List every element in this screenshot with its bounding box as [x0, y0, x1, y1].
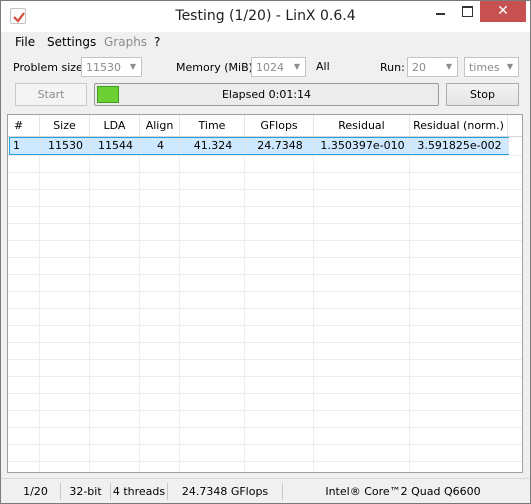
column-header[interactable]: GFlops [245, 115, 314, 136]
grid-column-line [313, 137, 314, 472]
grid-line [8, 274, 522, 275]
problem-size-value: 11530 [86, 61, 121, 74]
chevron-down-icon: ▼ [293, 62, 301, 71]
elapsed-time: Elapsed 0:01:14 [221, 88, 312, 101]
column-header[interactable]: # [8, 115, 40, 136]
column-header[interactable]: Residual [314, 115, 410, 136]
status-peak: 24.7348 GFlops peak [168, 483, 283, 504]
grid-line [8, 359, 522, 360]
chevron-down-icon: ▼ [445, 62, 453, 71]
table-cell: 1.350397e-010 [315, 138, 411, 154]
grid-column-line [244, 137, 245, 472]
results-table: # Size LDA Align Time GFlops Residual Residual … [7, 114, 523, 473]
grid-column-line [179, 137, 180, 472]
table-cell: 11530 [41, 138, 91, 154]
grid-line [8, 325, 522, 326]
close-icon: ✕ [497, 3, 509, 19]
grid-line [8, 291, 522, 292]
grid-line [8, 172, 522, 173]
menu-settings[interactable]: Settings [47, 35, 96, 49]
linx-window: Testing (1/20) - LinX 0.6.4 ✕ File Setti… [0, 0, 531, 504]
grid-column-line [89, 137, 90, 472]
grid-line [8, 257, 522, 258]
memory-combo[interactable]: 1024 ▼ [251, 57, 306, 77]
grid-column-line [409, 137, 410, 472]
memory-label: Memory (MiB): [176, 61, 257, 74]
table-cell: 1 [9, 138, 41, 154]
status-bar: 1/20 32-bit 4 threads 24.7348 GFlops pea… [1, 478, 530, 504]
column-header[interactable]: Align [140, 115, 180, 136]
maximize-button[interactable] [454, 1, 480, 22]
elapsed-progress-bar: Elapsed 0:01:14 [94, 83, 439, 106]
grid-line [8, 206, 522, 207]
minimize-button[interactable] [427, 1, 454, 22]
title-bar[interactable]: Testing (1/20) - LinX 0.6.4 ✕ [1, 1, 530, 32]
menu-bar: File Settings Graphs ? [1, 32, 530, 52]
run-unit-value: times [469, 61, 500, 74]
menu-help[interactable]: ? [154, 35, 160, 49]
grid-line [8, 342, 522, 343]
table-header: # Size LDA Align Time GFlops Residual Residual … [8, 115, 522, 137]
column-header[interactable]: Time [180, 115, 245, 136]
run-unit-combo[interactable]: times ▼ [464, 57, 519, 77]
grid-line [8, 444, 522, 445]
grid-line [8, 308, 522, 309]
all-label[interactable]: All [316, 60, 330, 73]
column-header[interactable]: LDA [90, 115, 140, 136]
chevron-down-icon: ▼ [506, 62, 514, 71]
menu-graphs[interactable]: Graphs [104, 35, 147, 49]
grid-line [8, 461, 522, 462]
table-cell: 4 [141, 138, 181, 154]
start-button[interactable]: Start [15, 83, 87, 106]
problem-size-label: Problem size: [13, 61, 87, 74]
chevron-down-icon: ▼ [129, 62, 137, 71]
table-cell: 41.324 [181, 138, 246, 154]
grid-line [8, 410, 522, 411]
table-cell: 24.7348 [246, 138, 315, 154]
grid-column-line [139, 137, 140, 472]
column-header[interactable]: Residual (norm.) [410, 115, 508, 136]
problem-size-combo[interactable]: 11530 ▼ [81, 57, 142, 77]
run-label: Run: [380, 61, 405, 74]
run-count-value: 20 [412, 61, 426, 74]
grid-line [8, 240, 522, 241]
column-header[interactable]: Size [40, 115, 90, 136]
table-row[interactable]: 1 11530 11544 4 41.324 24.7348 1.350397e-010 3.… [9, 137, 509, 155]
close-button[interactable]: ✕ [480, 1, 526, 22]
table-cell: 11544 [91, 138, 141, 154]
grid-line [8, 223, 522, 224]
status-threads: 4 threads [111, 483, 168, 500]
status-cpu: Intel® Core™2 Quad Q6600 [325, 485, 481, 498]
grid-line [8, 155, 522, 156]
table-cell: 3.591825e-002 [411, 138, 509, 154]
grid-line [8, 393, 522, 394]
grid-line [8, 376, 522, 377]
grid-line [8, 189, 522, 190]
menu-file[interactable]: File [15, 35, 35, 49]
stop-button[interactable]: Stop [446, 83, 519, 106]
grid-line [8, 427, 522, 428]
grid-column-line [39, 137, 40, 472]
status-run-progress: 1/20 [11, 483, 61, 500]
run-count-combo[interactable]: 20 ▼ [407, 57, 458, 77]
memory-value: 1024 [256, 61, 284, 74]
status-bitness: 32-bit [61, 483, 111, 500]
